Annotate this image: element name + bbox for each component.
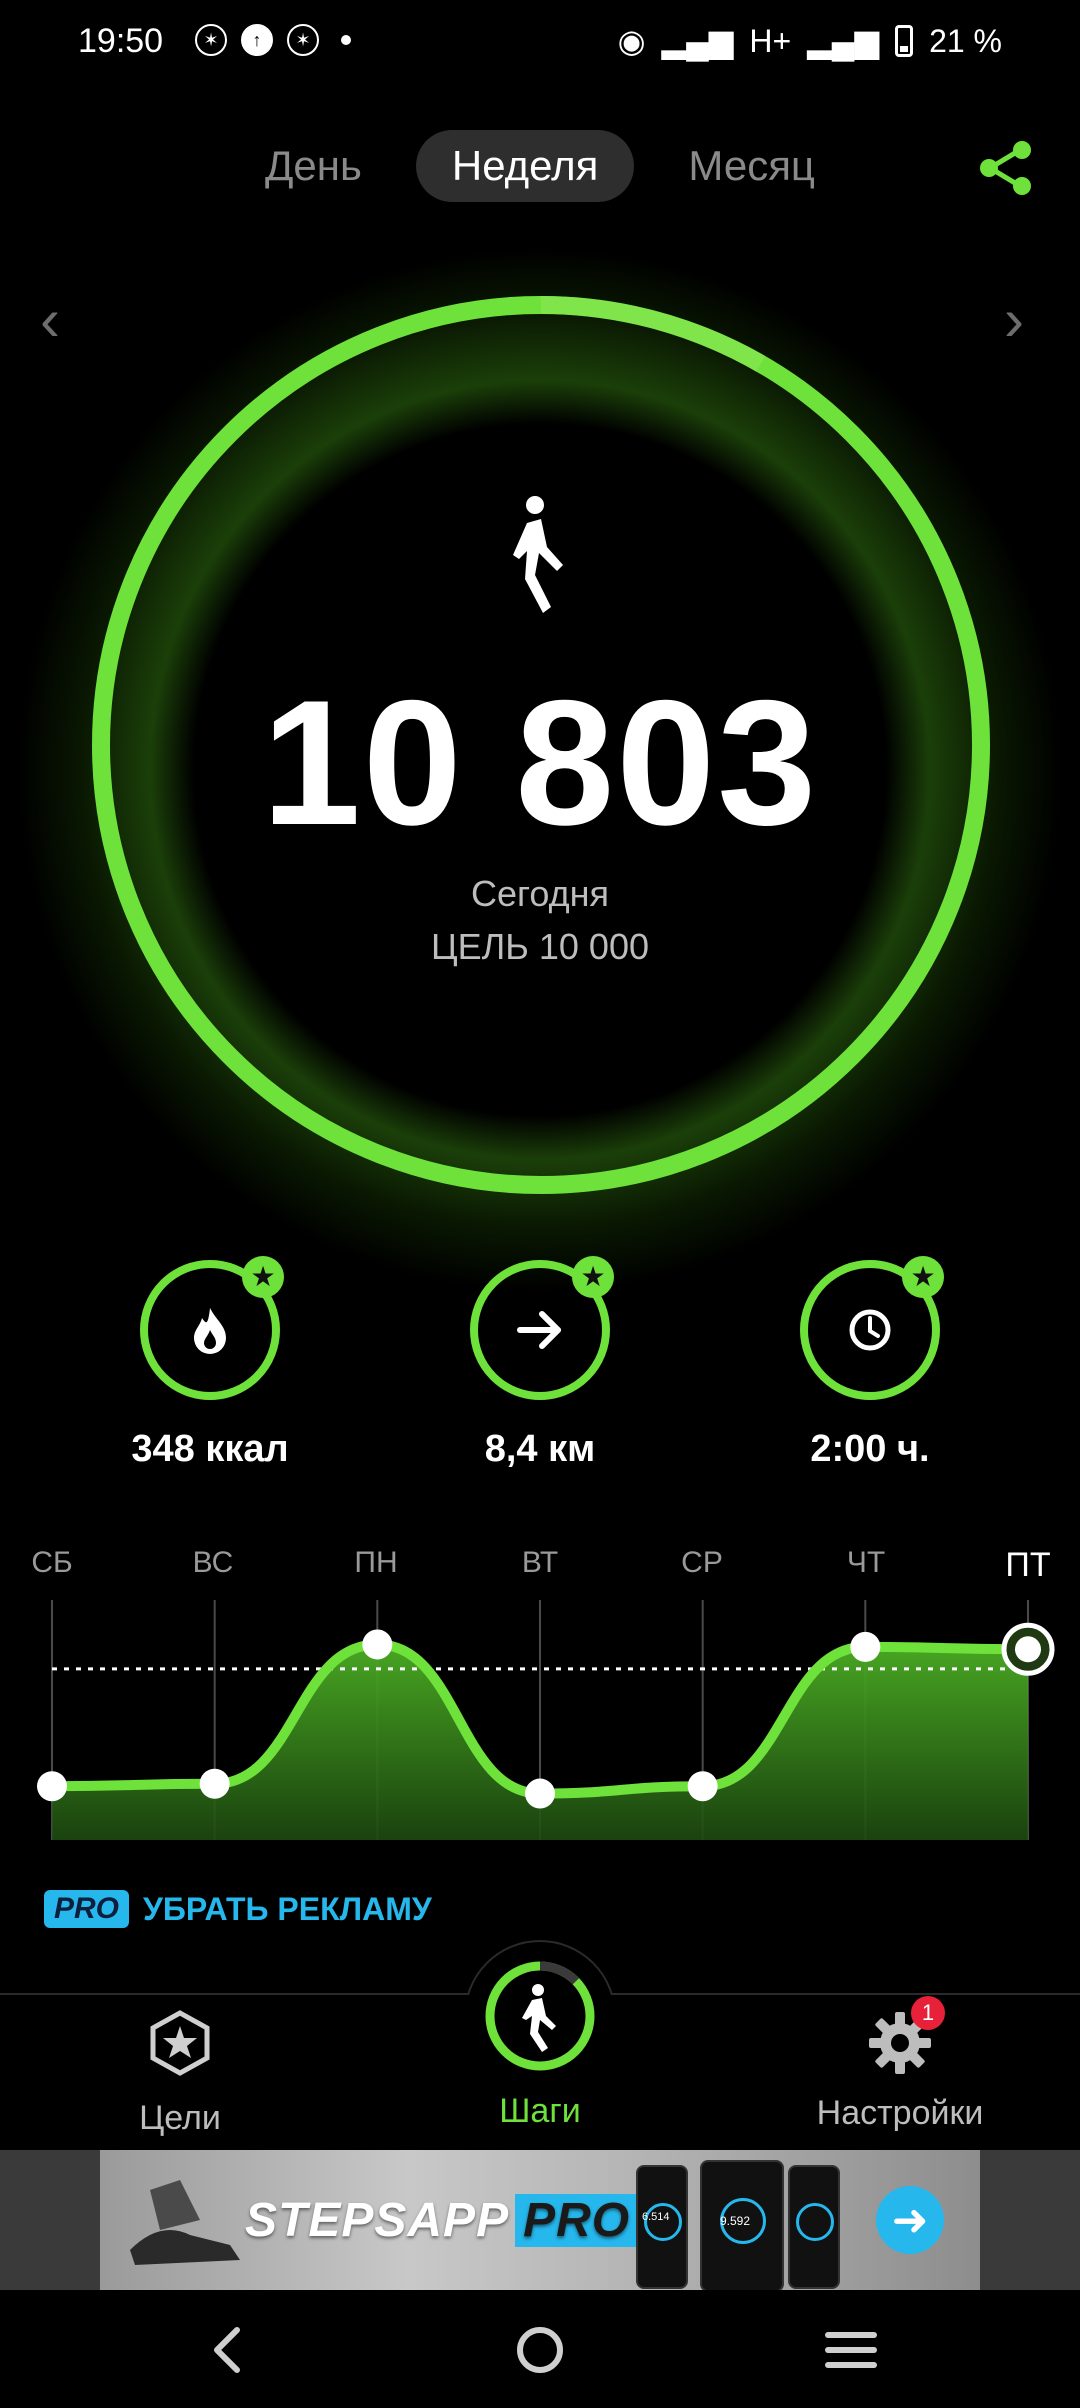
nav-goals[interactable]: Цели [30, 2010, 330, 2138]
distance-circle: ★ [470, 1256, 614, 1400]
distance-value: 8,4 км [484, 1428, 596, 1470]
steps-count: 10 803 [261, 663, 819, 862]
nav-steps-label: Шаги [499, 2092, 581, 2130]
flame-icon [194, 1308, 226, 1354]
settings-notification-badge: 1 [911, 1996, 945, 2030]
chart-day-label: ЧТ [846, 1546, 886, 1579]
chart-day-label: ВС [192, 1546, 234, 1579]
chart-point-current-dot [1015, 1636, 1041, 1663]
chart-day-label: ПН [354, 1546, 398, 1579]
battery-icon [895, 25, 914, 57]
signal-icon: ▂▄▆ [661, 23, 734, 59]
chart-point[interactable] [37, 1771, 67, 1802]
calories-value: 348 ккал [131, 1428, 289, 1470]
upload-notification-icon: ↑ [241, 24, 273, 56]
activity-notification-icon-2: ✶ [287, 24, 319, 56]
status-time: 19:50 [78, 22, 164, 60]
calories-stat[interactable]: ★ 348 ккал [90, 1256, 330, 1471]
chart-day-label: СР [681, 1546, 723, 1579]
back-icon[interactable] [185, 2315, 275, 2385]
status-right: ◉ ▂▄▆ H+ ▂▄▆ 21 % [618, 22, 1002, 60]
ad-brand-name: STEPSAPP [245, 2194, 510, 2247]
tab-week[interactable]: Неделя [415, 130, 635, 202]
duration-stat[interactable]: ★ 2:00 ч. [750, 1256, 990, 1471]
chevron-right-icon[interactable]: › [1004, 285, 1024, 354]
nav-steps-button[interactable] [482, 1958, 598, 2074]
recents-icon[interactable] [806, 2315, 896, 2385]
chart-day-label: СБ [31, 1546, 73, 1579]
ad-phone-image: 9.592 [700, 2160, 784, 2292]
nav-settings-label: Настройки [816, 2094, 984, 2132]
walker-icon [513, 496, 563, 613]
activity-notification-icon: ✶ [195, 24, 227, 56]
ad-runner-shoe-image [130, 2180, 240, 2265]
period-tabs: День Неделя Месяц [0, 130, 1080, 202]
signal-icon-2: ▂▄▆ [807, 23, 880, 59]
chevron-left-icon[interactable]: ‹ [40, 285, 60, 354]
chart-day-label-current[interactable]: ПТ [988, 1546, 1068, 1585]
ad-brand: STEPSAPP PRO [245, 2193, 639, 2248]
pro-badge: PRO [44, 1890, 130, 1928]
network-type: H+ [749, 22, 792, 59]
chart-point[interactable] [687, 1771, 718, 1802]
distance-stat[interactable]: ★ 8,4 км [420, 1256, 660, 1471]
ad-arrow-icon[interactable]: ➜ [876, 2186, 944, 2254]
star-icon [150, 2010, 210, 2076]
tab-month[interactable]: Месяц [652, 130, 851, 202]
more-notifications-dot-icon [341, 35, 351, 45]
remove-ads-text: УБРАТЬ РЕКЛАМУ [143, 1890, 432, 1927]
battery-level: 21 % [929, 22, 1002, 59]
goal-label: ЦЕЛЬ 10 000 [430, 926, 649, 967]
tab-day[interactable]: День [229, 130, 398, 202]
chart-point[interactable] [525, 1778, 555, 1809]
chart-point[interactable] [850, 1631, 881, 1662]
ad-phone-value-1: 6.514 [642, 2211, 670, 2223]
steps-ring-icon [485, 1961, 595, 2071]
calories-circle: ★ [140, 1256, 284, 1400]
star-badge-icon: ★ [242, 1256, 284, 1298]
chart-day-label: ВТ [521, 1546, 559, 1579]
nav-steps[interactable]: Шаги [390, 2092, 690, 2131]
share-icon[interactable] [976, 138, 1036, 198]
nav-settings[interactable]: 1 Настройки [750, 1996, 1050, 2133]
chart-point[interactable] [199, 1768, 230, 1799]
weekly-steps-chart[interactable] [0, 1600, 1080, 1850]
remove-ads-link[interactable]: PRO УБРАТЬ РЕКЛАМУ [44, 1890, 432, 1928]
nav-goals-label: Цели [139, 2099, 221, 2137]
star-badge-icon: ★ [572, 1256, 614, 1298]
home-icon[interactable] [495, 2315, 585, 2385]
star-badge-icon: ★ [902, 1256, 944, 1298]
ad-phone-image [788, 2165, 840, 2289]
chart-point[interactable] [362, 1629, 393, 1660]
duration-circle: ★ [800, 1256, 944, 1400]
arrow-right-icon [517, 1311, 561, 1349]
status-notification-icons: ✶ ↑ ✶ [195, 24, 351, 56]
period-label: Сегодня [471, 873, 609, 914]
ad-phone-image: 6.514 [636, 2165, 688, 2289]
clock-icon [849, 1309, 891, 1351]
hotspot-icon: ◉ [617, 23, 646, 59]
duration-value: 2:00 ч. [810, 1428, 930, 1470]
ad-phone-value-2: 9.592 [720, 2214, 751, 2228]
ad-brand-pro: PRO [515, 2194, 639, 2247]
